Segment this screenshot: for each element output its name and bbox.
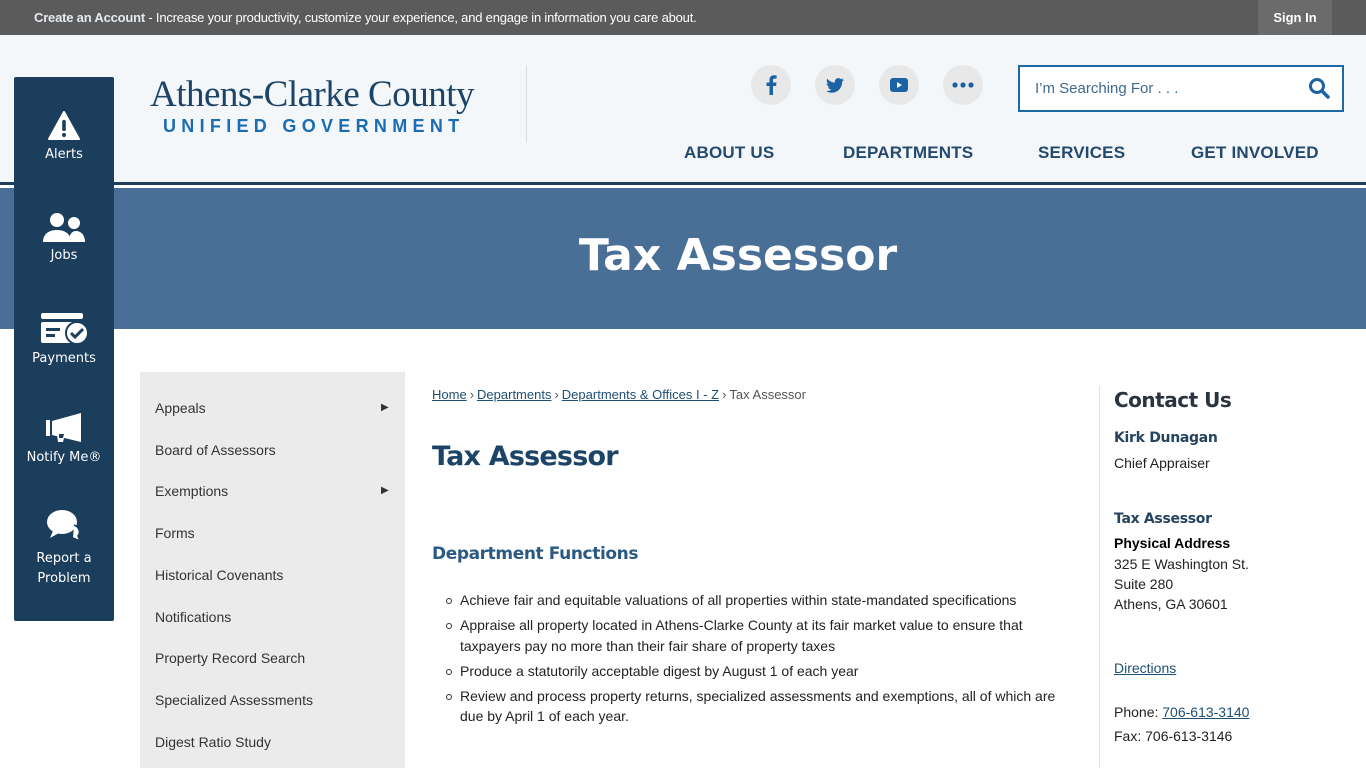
page-banner: Tax Assessor xyxy=(0,188,1366,329)
quick-links-panel: Alerts Jobs Payments Notify Me® Report a… xyxy=(14,77,114,621)
sign-in-button[interactable]: Sign In xyxy=(1258,0,1332,35)
list-item: Produce a statutorily acceptable digest … xyxy=(446,661,1060,682)
subnav-item-historical-covenants[interactable]: Historical Covenants xyxy=(155,567,283,583)
list-item: Achieve fair and equitable valuations of… xyxy=(446,590,1060,611)
more-icon xyxy=(952,82,974,88)
breadcrumb-departments-offices[interactable]: Departments & Offices I - Z xyxy=(562,387,719,402)
quick-link-label: Jobs xyxy=(50,248,78,263)
contact-title: Contact Us xyxy=(1114,388,1232,412)
submenu-arrow-icon[interactable]: ▶ xyxy=(381,402,389,413)
nav-about-us[interactable]: ABOUT US xyxy=(684,143,774,163)
address-label: Physical Address xyxy=(1114,535,1231,551)
submenu-arrow-icon[interactable]: ▶ xyxy=(381,485,389,496)
breadcrumb-separator: › xyxy=(469,387,475,402)
directions-link[interactable]: Directions xyxy=(1114,660,1176,676)
section-subnav: Appeals ▶ Board of Assessors Exemptions … xyxy=(140,372,405,768)
subnav-item-notifications[interactable]: Notifications xyxy=(155,609,231,625)
list-item: Appraise all property located in Athens-… xyxy=(446,615,1060,656)
quick-link-notify-me[interactable]: Notify Me® xyxy=(14,412,114,465)
search-input[interactable]: I’m Searching For . . . xyxy=(1018,65,1344,112)
subnav-item-forms[interactable]: Forms xyxy=(155,525,195,541)
site-header: Athens-Clarke County UNIFIED GOVERNMENT … xyxy=(0,35,1366,185)
breadcrumb: Home › Departments › Departments & Offices I… xyxy=(432,387,806,402)
twitter-icon xyxy=(826,77,844,93)
header-divider xyxy=(526,65,527,143)
functions-list: Achieve fair and equitable valuations of… xyxy=(446,590,1060,731)
page-title: Tax Assessor xyxy=(432,441,619,472)
subnav-item-board-of-assessors[interactable]: Board of Assessors xyxy=(155,442,276,458)
breadcrumb-home[interactable]: Home xyxy=(432,387,467,402)
breadcrumb-departments[interactable]: Departments xyxy=(477,387,551,402)
breadcrumb-separator: › xyxy=(722,387,727,402)
contact-person-name: Kirk Dunagan xyxy=(1114,430,1218,446)
breadcrumb-separator: › xyxy=(554,387,559,402)
logo-subtitle: UNIFIED GOVERNMENT xyxy=(163,116,465,136)
quick-link-payments[interactable]: Payments xyxy=(14,313,114,366)
more-social-button[interactable] xyxy=(943,65,983,105)
quick-link-alerts[interactable]: Alerts xyxy=(14,111,114,162)
fax: Fax: 706-613-3146 xyxy=(1114,728,1233,744)
twitter-button[interactable] xyxy=(815,65,855,105)
contact-person-title: Chief Appraiser xyxy=(1114,455,1210,471)
users-icon xyxy=(43,213,85,242)
banner-title: Tax Assessor xyxy=(578,230,898,281)
address-line1: 325 E Washington St. xyxy=(1114,556,1249,572)
subnav-item-digest-ratio-study[interactable]: Digest Ratio Study xyxy=(155,734,271,750)
top-bar: Create an Account - Increase your produc… xyxy=(0,0,1366,35)
list-item: Review and process property returns, spe… xyxy=(446,686,1060,727)
logo-title: Athens-Clarke County xyxy=(150,74,474,115)
phone-link[interactable]: 706-613-3140 xyxy=(1162,704,1249,720)
youtube-button[interactable] xyxy=(879,65,919,105)
phone-row: Phone: 706-613-3140 xyxy=(1114,704,1249,720)
facebook-button[interactable] xyxy=(751,65,791,105)
phone-label: Phone: xyxy=(1114,704,1163,720)
payment-icon xyxy=(41,313,89,345)
create-account-message: Create an Account - Increase your produc… xyxy=(34,10,697,25)
search-placeholder: I’m Searching For . . . xyxy=(1035,80,1179,97)
create-account-text: - Increase your productivity, customize … xyxy=(144,10,697,25)
facebook-icon xyxy=(766,75,777,95)
alert-icon xyxy=(48,111,80,140)
nav-services[interactable]: SERVICES xyxy=(1038,143,1125,163)
subnav-item-exemptions[interactable]: Exemptions xyxy=(155,483,228,499)
quick-link-label: Payments xyxy=(32,351,96,366)
contact-office: Tax Assessor xyxy=(1114,511,1212,527)
quick-link-jobs[interactable]: Jobs xyxy=(14,212,114,263)
nav-departments[interactable]: DEPARTMENTS xyxy=(843,143,973,163)
search-icon[interactable] xyxy=(1308,77,1330,104)
site-logo[interactable]: Athens-Clarke County UNIFIED GOVERNMENT xyxy=(150,75,474,137)
subnav-item-appeals[interactable]: Appeals xyxy=(155,400,206,416)
nav-get-involved[interactable]: GET INVOLVED xyxy=(1191,143,1319,163)
section-heading: Department Functions xyxy=(432,544,639,564)
breadcrumb-current: Tax Assessor xyxy=(729,387,806,402)
sidebar-divider xyxy=(1099,386,1100,768)
subnav-item-property-record-search[interactable]: Property Record Search xyxy=(155,650,305,666)
quick-link-report-problem[interactable]: Report a Problem xyxy=(14,509,114,589)
quick-link-label: Notify Me® xyxy=(26,450,102,465)
subnav-item-specialized-assessments[interactable]: Specialized Assessments xyxy=(155,692,313,708)
chat-icon xyxy=(47,510,82,543)
quick-link-label: Report a Problem xyxy=(36,551,92,586)
megaphone-icon xyxy=(46,413,81,442)
address-line3: Athens, GA 30601 xyxy=(1114,596,1228,612)
create-account-link[interactable]: Create an Account xyxy=(34,10,145,25)
quick-link-label: Alerts xyxy=(45,147,83,162)
youtube-icon xyxy=(890,78,908,92)
address-line2: Suite 280 xyxy=(1114,576,1174,592)
